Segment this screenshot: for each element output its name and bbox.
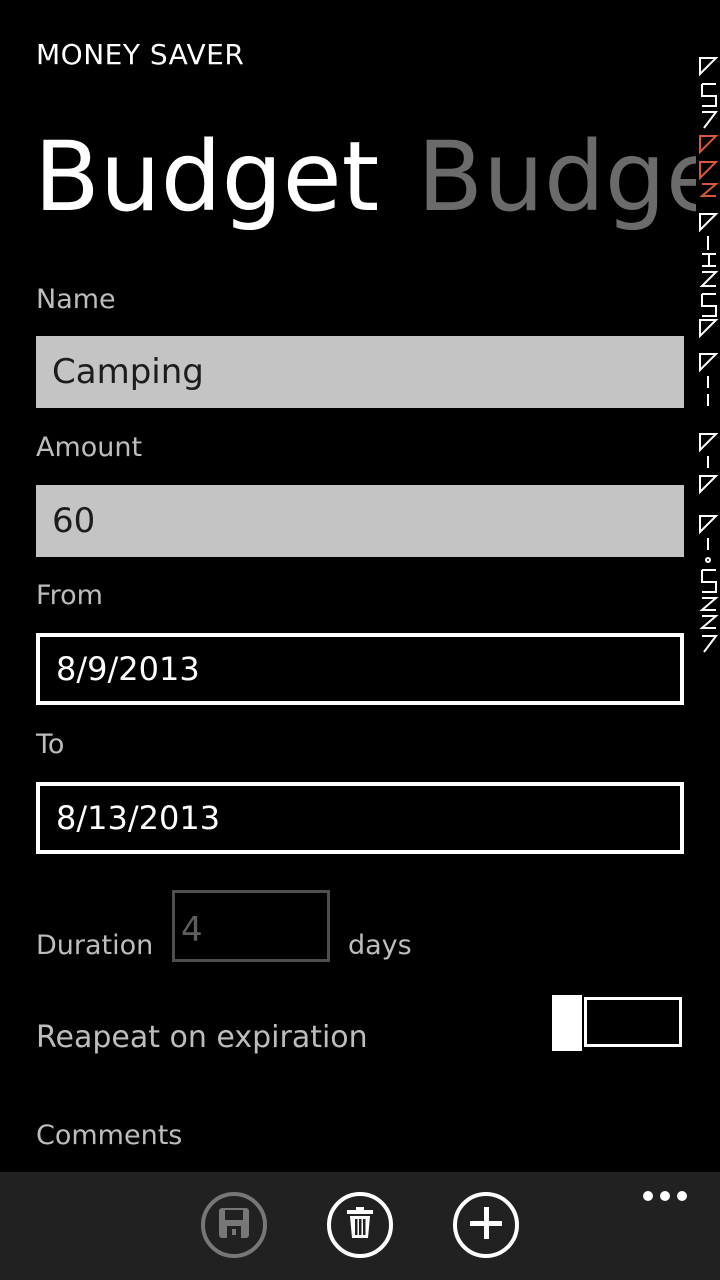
delete-icon [345,1207,375,1243]
ellipsis-icon[interactable] [643,1190,687,1202]
add-icon [468,1205,504,1245]
pivot-item-budget[interactable]: Budget [34,112,379,242]
save-icon [217,1206,251,1244]
toggle-thumb[interactable] [552,995,582,1051]
save-button[interactable] [201,1192,267,1258]
pivot-item-budget-next[interactable]: Budget [417,112,696,242]
application-bar [0,1172,720,1280]
duration-unit: days [348,930,412,961]
name-label: Name [36,284,116,315]
pivot-header: Budget Budget [34,112,696,242]
add-button[interactable] [453,1192,519,1258]
amount-label: Amount [36,432,143,463]
duration-label: Duration [36,930,154,961]
repeat-label: Reapeat on expiration [36,1020,368,1055]
app-title: MONEY SAVER [36,38,245,71]
toggle-track [584,997,682,1047]
comments-label: Comments [36,1120,183,1151]
side-debug-strip [698,50,720,660]
name-field[interactable]: Camping [36,336,684,408]
delete-button[interactable] [327,1192,393,1258]
amount-field[interactable]: 60 [36,485,684,557]
to-label: To [36,729,65,760]
repeat-toggle[interactable] [550,995,686,1053]
from-date-picker[interactable]: 8/9/2013 [36,633,684,705]
duration-field: 4 [172,890,330,962]
to-date-picker[interactable]: 8/13/2013 [36,782,684,854]
from-label: From [36,580,103,611]
